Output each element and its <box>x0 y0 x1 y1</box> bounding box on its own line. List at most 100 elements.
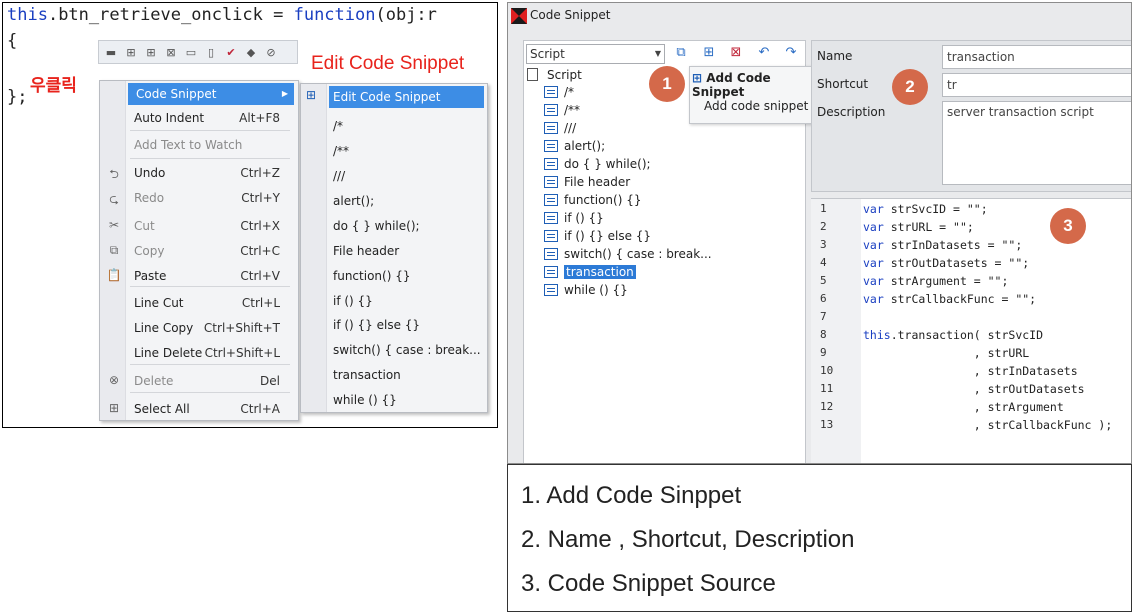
menu-item-copy[interactable]: Copy Ctrl+C <box>126 240 298 262</box>
shortcut-label: Shortcut <box>817 77 869 91</box>
script-select[interactable]: Script ▼ <box>526 44 665 64</box>
submenu-snippet-item[interactable]: transaction <box>329 364 484 386</box>
submenu-snippet-item[interactable]: /// <box>329 165 484 187</box>
submenu-snippet-item[interactable]: do { } while(); <box>329 215 484 237</box>
code-line-3: }; <box>7 87 28 107</box>
snippet-c-icon[interactable]: ▭ <box>183 45 199 59</box>
description-field[interactable]: server transaction script <box>942 101 1131 185</box>
tree-item[interactable]: if () {} else {} <box>544 228 651 245</box>
menu-item-shortcut: Ctrl+V <box>240 269 280 283</box>
tree-item-label: function() {} <box>564 193 642 207</box>
snippet-icon <box>544 140 558 152</box>
submenu-snippet-item[interactable]: switch() { case : break... <box>329 339 484 361</box>
snippet-x-icon[interactable]: ⊠ <box>163 45 179 59</box>
code-line: var strArgument = ""; <box>863 274 1009 288</box>
menu-item-label: Auto Indent <box>134 111 205 125</box>
menu-item-line-copy[interactable]: Line Copy Ctrl+Shift+T <box>126 317 298 339</box>
tree-item[interactable]: while () {} <box>544 282 628 299</box>
menu-item-undo[interactable]: Undo Ctrl+Z <box>126 162 298 184</box>
code-line: , strCallbackFunc ); <box>863 418 1113 432</box>
name-field[interactable]: transaction <box>942 45 1131 69</box>
submenu-snippet-item[interactable]: File header <box>329 240 484 262</box>
submenu-snippet-item[interactable]: if () {} else {} <box>329 314 484 336</box>
menu-item-code-snippet[interactable]: Code Snippet ▶ <box>128 83 294 105</box>
tree-item-label: /* <box>564 85 575 99</box>
menu-item-line-delete[interactable]: Line Delete Ctrl+Shift+L <box>126 342 298 364</box>
import-icon[interactable]: ↶ <box>754 43 774 63</box>
submenu-snippet-item[interactable]: alert(); <box>329 190 484 212</box>
submenu-snippet-item[interactable]: /** <box>329 140 484 162</box>
bookmark-icon[interactable]: ▯ <box>203 45 219 59</box>
code-line-1-text: .btn_retrieve_onclick = function(obj:r <box>47 5 437 25</box>
menu-item-label: Code Snippet <box>136 87 217 101</box>
line-number: 8 <box>820 328 827 341</box>
menu-item-label: Add Text to Watch <box>134 138 243 152</box>
code-line: , strURL <box>863 346 1030 360</box>
tree-item[interactable]: function() {} <box>544 192 641 209</box>
menu-separator <box>130 158 290 159</box>
line-number: 12 <box>820 400 834 413</box>
menu-item-paste[interactable]: Paste Ctrl+V <box>126 265 298 287</box>
tree-item[interactable]: do { } while(); <box>544 156 651 173</box>
check-icon[interactable]: ✔ <box>223 45 239 59</box>
menu-item-label: Cut <box>134 219 155 233</box>
clear-icon[interactable]: ◆ <box>243 45 259 59</box>
tree-item[interactable]: transaction <box>544 264 636 281</box>
menu-item-label: Undo <box>134 166 166 180</box>
note-1: 1. Add Code Sinppet <box>521 482 742 509</box>
submenu-snippet-item[interactable]: while () {} <box>329 389 484 411</box>
menu-item-redo[interactable]: Redo Ctrl+Y <box>126 187 298 209</box>
menu-item-label: Line Copy <box>134 321 194 335</box>
snippet-a-icon[interactable]: ⊞ <box>123 45 139 59</box>
edit-snippet-annotation: Edit Code Snippet <box>311 53 465 74</box>
shortcut-field[interactable]: tr <box>942 73 1131 97</box>
snippet-icon <box>544 176 558 188</box>
submenu-snippet-item[interactable]: function() {} <box>329 265 484 287</box>
add-code-snippet-item[interactable]: ⊞ Add Code Snippet <box>692 71 814 99</box>
tree-item[interactable]: /// <box>544 120 576 137</box>
submenu-gutter <box>301 84 327 412</box>
tree-item[interactable]: alert(); <box>544 138 605 155</box>
editor-context-menu-panel: this.btn_retrieve_onclick = function(obj… <box>2 2 498 428</box>
menu-item-shortcut: Ctrl+A <box>240 402 280 416</box>
tree-item[interactable]: /** <box>544 102 580 119</box>
app-logo-icon <box>511 8 527 24</box>
line-number: 10 <box>820 364 834 377</box>
comment-icon[interactable]: ▬ <box>103 45 119 59</box>
tree-item[interactable]: File header <box>544 174 630 191</box>
add-snippet-icon[interactable]: ⊞ <box>699 43 719 63</box>
snippet-b-icon[interactable]: ⊞ <box>143 45 159 59</box>
menu-separator <box>130 392 290 393</box>
context-menu: Code Snippet ▶ Auto Indent Alt+F8 Add Text t… <box>99 80 299 421</box>
submenu-snippet-item[interactable]: /* <box>329 115 484 137</box>
menu-item-label: Delete <box>134 374 174 388</box>
badge-1: 1 <box>649 66 685 102</box>
new-group-icon[interactable]: ⧉ <box>671 43 691 63</box>
no-icon[interactable]: ⊘ <box>263 45 279 59</box>
line-number: 13 <box>820 418 834 431</box>
submenu-snippet-item[interactable]: if () {} <box>329 290 484 312</box>
edit-code-snippet-item[interactable]: Edit Code Snippet <box>329 86 484 108</box>
export-icon[interactable]: ↷ <box>781 43 801 63</box>
note-2: 2. Name , Shortcut, Description <box>521 526 855 553</box>
description-label: Description <box>817 105 886 119</box>
tree-root[interactable]: Script <box>527 67 582 84</box>
menu-item-delete[interactable]: Delete Del <box>126 370 298 392</box>
tree-item-label: /// <box>564 121 577 135</box>
menu-item-shortcut: Ctrl+Z <box>240 166 280 180</box>
menu-item-select-all[interactable]: Select All Ctrl+A <box>126 398 298 420</box>
badge-3: 3 <box>1050 208 1086 244</box>
menu-item-auto-indent[interactable]: Auto Indent Alt+F8 <box>126 107 298 129</box>
delete-snippet-icon[interactable]: ⊠ <box>726 43 746 63</box>
tree-item-label: switch() { case : break... <box>564 247 712 261</box>
menu-item-line-cut[interactable]: Line Cut Ctrl+L <box>126 292 298 314</box>
line-number: 4 <box>820 256 827 269</box>
tree-item[interactable]: switch() { case : break... <box>544 246 712 263</box>
tree-item[interactable]: /* <box>544 84 574 101</box>
snippet-icon <box>544 248 558 260</box>
menu-item-add-text-to-watch[interactable]: Add Text to Watch <box>126 134 298 156</box>
menu-item-cut[interactable]: Cut Ctrl+X <box>126 215 298 237</box>
tree-item[interactable]: if () {} <box>544 210 604 227</box>
code-line: , strInDatasets <box>863 364 1078 378</box>
snippet-icon <box>544 266 558 278</box>
